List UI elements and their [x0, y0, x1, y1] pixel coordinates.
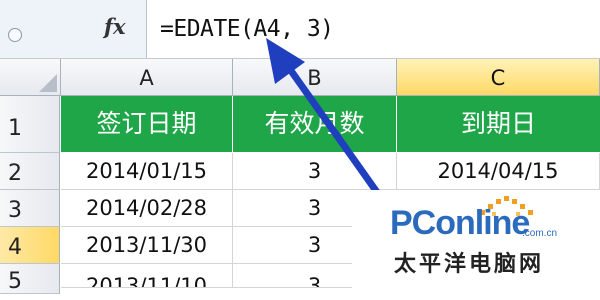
select-all-button[interactable]	[0, 59, 61, 95]
pconline-watermark: PConline .com.cn 太平洋电脑网	[352, 190, 600, 288]
formula-bar: fx =EDATE(A4, 3)	[0, 0, 600, 59]
column-header-b[interactable]: B	[233, 59, 397, 95]
watermark-brand: PConline	[390, 204, 530, 242]
column-header-c[interactable]: C	[397, 59, 600, 95]
row-header-4[interactable]: 4	[0, 227, 60, 264]
cell-a3[interactable]: 2014/02/28	[61, 190, 233, 227]
row-header-5[interactable]: 5	[0, 264, 60, 294]
resize-handle-icon[interactable]	[8, 28, 22, 42]
column-header-a[interactable]: A	[61, 59, 233, 95]
cell-b2[interactable]: 3	[233, 153, 397, 190]
watermark-domain: .com.cn	[522, 228, 558, 239]
insert-function-button[interactable]: fx	[104, 14, 126, 39]
header-cell-due-date[interactable]: 到期日	[397, 96, 600, 153]
header-cell-valid-months[interactable]: 有效月数	[233, 96, 397, 153]
formula-input[interactable]: =EDATE(A4, 3)	[160, 16, 334, 42]
row-header-3[interactable]: 3	[0, 190, 60, 227]
row-header-2[interactable]: 2	[0, 153, 60, 190]
cell-c2[interactable]: 2014/04/15	[397, 153, 600, 190]
header-cell-contract-date[interactable]: 签订日期	[61, 96, 233, 153]
cell-a2[interactable]: 2014/01/15	[61, 153, 233, 190]
select-all-triangle-icon	[39, 74, 57, 92]
name-box-area: fx	[0, 0, 147, 58]
row-header-1[interactable]: 1	[0, 96, 60, 153]
column-headers: A B C	[0, 59, 600, 96]
cell-a5[interactable]: 2013/11/10	[61, 264, 233, 288]
watermark-cn-name: 太平洋电脑网	[394, 252, 545, 277]
cell-a4[interactable]: 2013/11/30	[61, 227, 233, 264]
